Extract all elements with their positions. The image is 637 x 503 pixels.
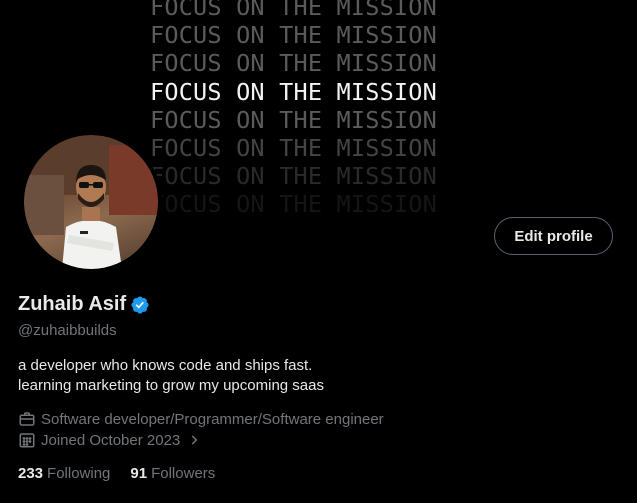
banner-line: FOCUS ON THE MISSION [150, 190, 437, 212]
bio-line: learning marketing to grow my upcoming s… [18, 377, 324, 394]
banner-line: FOCUS ON THE MISSION [150, 21, 437, 50]
following-count: 233 [18, 465, 44, 482]
edit-profile-button[interactable]: Edit profile [494, 217, 613, 255]
followers-label: Followers [151, 465, 216, 482]
banner-line: FOCUS ON THE MISSION [150, 105, 437, 134]
profession-text: Software developer/Programmer/Software e… [41, 410, 384, 428]
bio-line: a developer who knows code and ships fas… [18, 357, 313, 374]
banner-line: FOCUS ON THE MISSION [150, 134, 437, 163]
followers-count: 91 [130, 465, 148, 482]
following-label: Following [47, 465, 111, 482]
banner-line-highlight: FOCUS ON THE MISSION [150, 77, 437, 106]
calendar-icon [18, 431, 36, 449]
bio: a developer who knows code and ships fas… [18, 356, 324, 396]
briefcase-icon [18, 410, 36, 428]
chevron-right-icon [187, 433, 201, 447]
follow-stats: 233 Following 91 Followers [18, 465, 215, 482]
name-row: Zuhaib Asif [18, 293, 150, 316]
followers-link[interactable]: 91 Followers [130, 465, 215, 482]
banner-line: FOCUS ON THE MISSION [150, 0, 437, 21]
joined-text: Joined October 2023 [41, 431, 181, 449]
following-link[interactable]: 233 Following [18, 465, 110, 482]
display-name: Zuhaib Asif [18, 293, 127, 315]
verified-badge-icon[interactable] [130, 295, 150, 315]
avatar-image [24, 135, 158, 269]
avatar[interactable] [20, 131, 162, 273]
user-handle: @zuhaibbuilds [18, 322, 117, 339]
profession-row: Software developer/Programmer/Software e… [18, 410, 384, 428]
banner-line: FOCUS ON THE MISSION [150, 49, 437, 78]
banner-text: FOCUS ON THE MISSION FOCUS ON THE MISSIO… [150, 0, 490, 212]
banner-line: FOCUS ON THE MISSION [150, 162, 437, 191]
joined-row[interactable]: Joined October 2023 [18, 431, 201, 449]
